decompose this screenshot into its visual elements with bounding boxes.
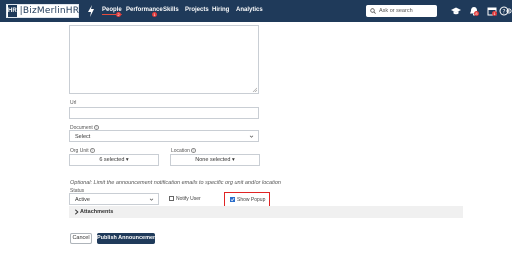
show-popup-label: Show Popup: [237, 197, 266, 203]
lightning-icon[interactable]: [87, 5, 95, 17]
chevron-down-icon: [149, 198, 154, 201]
nav-hiring[interactable]: Hiring: [212, 7, 229, 13]
notification-help-text: Optional: Limit the announcement notific…: [70, 180, 281, 186]
status-select[interactable]: Active: [69, 193, 159, 205]
attachments-section[interactable]: Attachments: [69, 206, 463, 218]
settings-icon[interactable]: [506, 6, 512, 16]
resize-grip-icon[interactable]: [252, 87, 257, 92]
status-select-value: Active: [75, 197, 90, 203]
nav-performance[interactable]: Performance: [126, 7, 163, 13]
search-icon: [370, 8, 376, 14]
chevron-down-icon: [249, 135, 254, 138]
logo-mark: HR: [8, 5, 17, 17]
url-input[interactable]: [69, 107, 259, 119]
url-label: Url: [70, 100, 77, 106]
info-icon[interactable]: ?: [89, 148, 95, 154]
info-icon[interactable]: ?: [190, 148, 196, 154]
calendar-badge: 1: [492, 11, 497, 16]
nav-people-badge: 2: [116, 12, 121, 17]
search-box[interactable]: Ask or search: [366, 5, 437, 17]
publish-announcement-button[interactable]: Publish Announcement: [97, 233, 158, 244]
location-multiselect[interactable]: None selected ▾: [170, 154, 260, 166]
nav-analytics[interactable]: Analytics: [236, 7, 263, 13]
nav-projects[interactable]: Projects: [185, 7, 209, 13]
chevron-right-icon: [74, 209, 79, 215]
search-placeholder: Ask or search: [379, 8, 413, 14]
attachments-label: Attachments: [80, 209, 114, 215]
app-logo[interactable]: HR |BizMerlinHR: [6, 4, 79, 18]
caret-down-icon: ▾: [125, 157, 129, 163]
document-select-value: Select: [75, 134, 91, 140]
org-unit-multiselect[interactable]: 6 selected ▾: [69, 154, 159, 166]
location-value: None selected: [195, 157, 231, 163]
logo-text: |BizMerlinHR: [19, 6, 80, 16]
message-textarea[interactable]: [69, 25, 259, 94]
notify-user-checkbox[interactable]: [169, 196, 174, 201]
org-unit-value: 6 selected: [99, 157, 125, 163]
document-select[interactable]: Select: [69, 130, 259, 142]
nav-skills[interactable]: Skills: [163, 7, 179, 13]
notify-user-label: Notify User: [176, 196, 201, 202]
checkmark-icon: [231, 198, 235, 202]
show-popup-checkbox[interactable]: [230, 197, 235, 202]
caret-down-icon: ▾: [231, 157, 235, 163]
top-nav-bar: HR |BizMerlinHR People 2 Performance 1 S…: [0, 0, 512, 22]
nav-performance-badge: 1: [152, 12, 157, 17]
page: HR |BizMerlinHR People 2 Performance 1 S…: [0, 0, 512, 257]
bell-badge: 8: [474, 11, 479, 16]
graduation-cap-icon[interactable]: [451, 6, 461, 16]
cancel-button[interactable]: Cancel: [70, 233, 92, 244]
